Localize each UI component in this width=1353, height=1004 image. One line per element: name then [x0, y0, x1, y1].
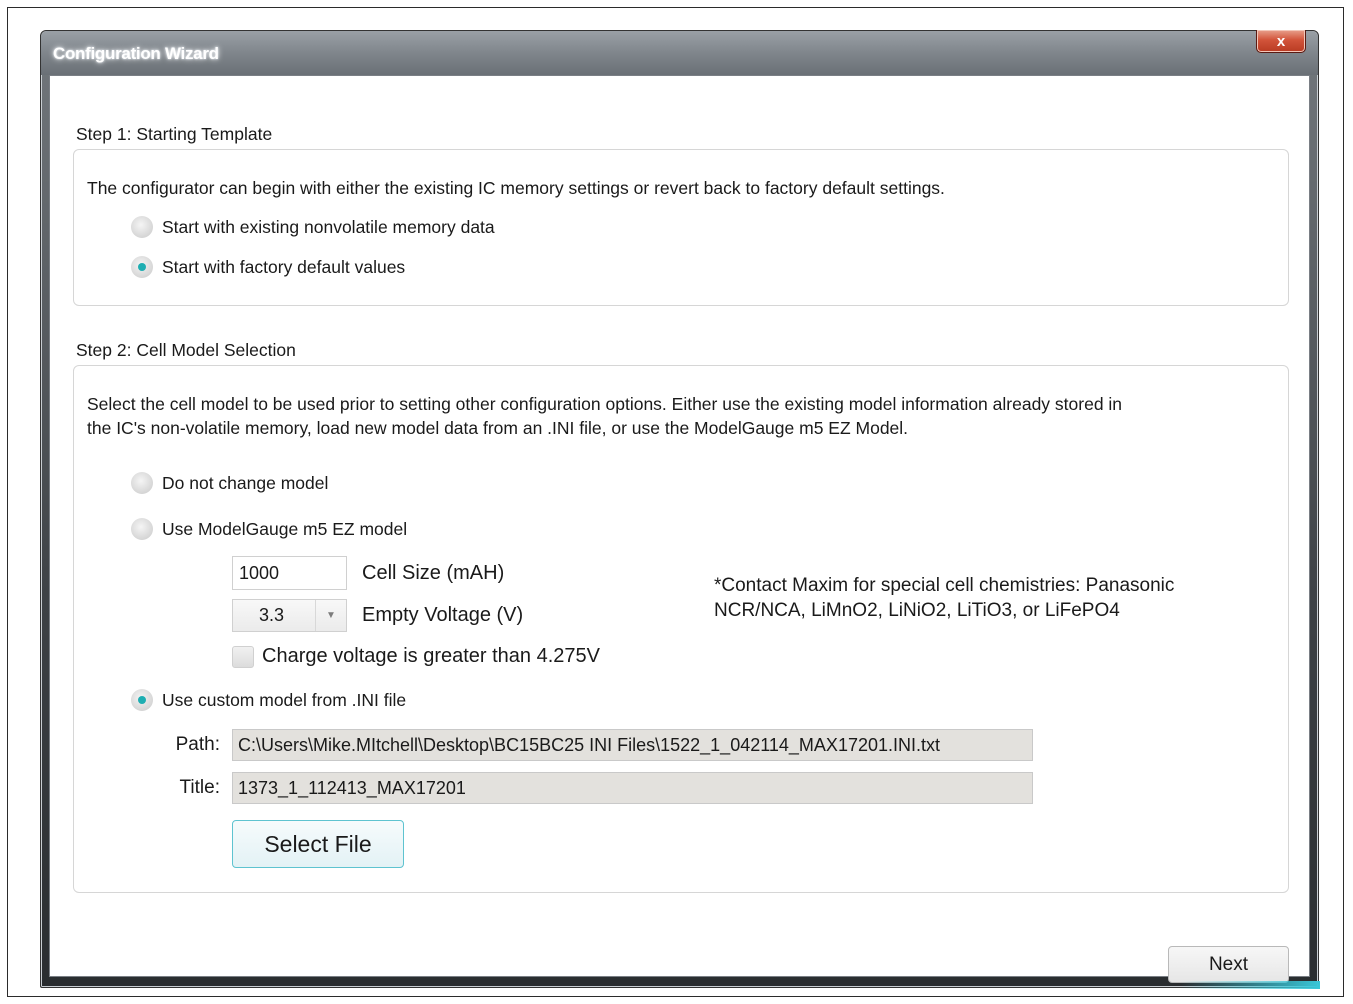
chemistry-note-line2: NCR/NCA, LiMnO2, LiNiO2, LiTiO3, or LiFe… — [714, 600, 1120, 621]
title-field: 1373_1_112413_MAX17201 — [232, 772, 1033, 804]
radio-button-selected[interactable] — [131, 256, 153, 278]
radio-button[interactable] — [131, 518, 153, 540]
radio-button-selected[interactable] — [131, 689, 153, 711]
wizard-content: Step 1: Starting Template The configurat… — [49, 75, 1310, 983]
step1-group: The configurator can begin with either t… — [73, 149, 1289, 306]
select-file-button[interactable]: Select File — [232, 820, 404, 868]
radio-existing-memory[interactable]: Start with existing nonvolatile memory d… — [131, 216, 495, 238]
title-label: Title: — [179, 777, 220, 798]
step1-description: The configurator can begin with either t… — [87, 178, 945, 198]
chevron-down-icon[interactable]: ▼ — [315, 600, 346, 631]
step2-description-line2: the IC's non-volatile memory, load new m… — [87, 418, 909, 438]
window-title: Configuration Wizard — [53, 44, 219, 63]
close-button[interactable]: x — [1256, 30, 1306, 53]
charge-voltage-checkbox[interactable] — [232, 646, 254, 668]
radio-custom-ini-model[interactable]: Use custom model from .INI file — [131, 689, 406, 711]
radio-button[interactable] — [131, 216, 153, 238]
next-button[interactable]: Next — [1168, 946, 1289, 983]
radio-existing-memory-label: Start with existing nonvolatile memory d… — [162, 216, 495, 237]
cell-size-input[interactable]: 1000 — [232, 556, 347, 590]
radio-ez-model-label: Use ModelGauge m5 EZ model — [162, 518, 408, 539]
step2-heading: Step 2: Cell Model Selection — [76, 340, 296, 360]
step2-description-line1: Select the cell model to be used prior t… — [87, 394, 1123, 414]
path-field: C:\Users\Mike.MItchell\Desktop\BC15BC25 … — [232, 729, 1033, 761]
step1-heading: Step 1: Starting Template — [76, 124, 273, 144]
radio-no-change-model-label: Do not change model — [162, 472, 329, 493]
radio-factory-defaults-label: Start with factory default values — [162, 256, 406, 277]
charge-voltage-label: Charge voltage is greater than 4.275V — [262, 645, 600, 667]
path-label: Path: — [175, 734, 220, 755]
radio-button[interactable] — [131, 472, 153, 494]
title-bar[interactable]: Configuration Wizard x — [41, 30, 1318, 75]
step2-group: Select the cell model to be used prior t… — [73, 365, 1289, 893]
cell-size-label: Cell Size (mAH) — [362, 562, 505, 584]
radio-custom-ini-model-label: Use custom model from .INI file — [162, 689, 407, 710]
configuration-wizard-window: Configuration Wizard x Step 1: Starting … — [40, 30, 1320, 989]
close-icon: x — [1276, 32, 1286, 50]
empty-voltage-label: Empty Voltage (V) — [362, 604, 524, 626]
empty-voltage-dropdown[interactable]: 3.3 ▼ — [232, 599, 347, 632]
radio-factory-defaults[interactable]: Start with factory default values — [131, 256, 405, 278]
radio-ez-model[interactable]: Use ModelGauge m5 EZ model — [131, 518, 407, 540]
radio-no-change-model[interactable]: Do not change model — [131, 472, 328, 494]
chemistry-note-line1: *Contact Maxim for special cell chemistr… — [714, 575, 1175, 596]
empty-voltage-value: 3.3 — [259, 605, 285, 625]
window-glow-edge — [1180, 981, 1320, 989]
